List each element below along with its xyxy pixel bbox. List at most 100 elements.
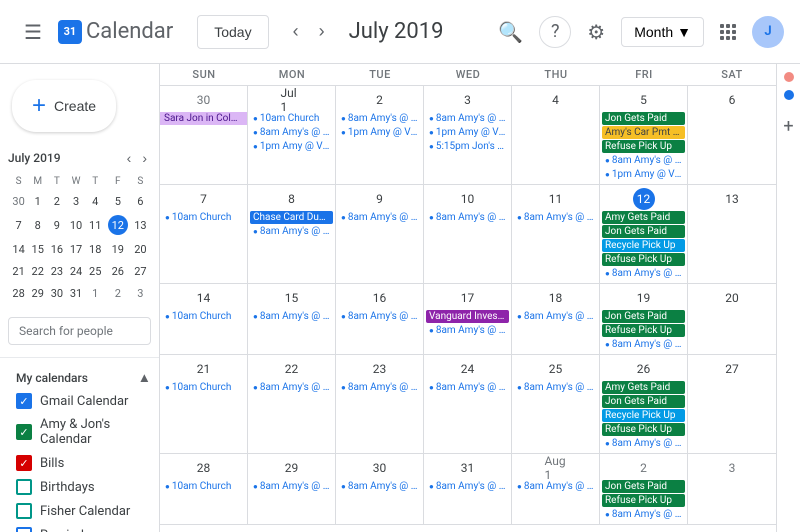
mini-cal-day[interactable]: 26 [106,261,130,281]
mini-cal-day[interactable]: 21 [10,261,27,281]
mini-cal-day[interactable]: 4 [87,191,104,211]
calendar-event[interactable]: Jon Gets Paid [602,225,685,238]
calendar-event[interactable]: 8am Amy's @ RWD [338,112,421,125]
calendar-event[interactable]: 10am Church [162,211,245,224]
my-calendar-item[interactable]: ✓Gmail Calendar [0,389,159,413]
settings-icon[interactable]: ⚙ [579,12,613,52]
my-calendar-item[interactable]: Reminders [0,523,159,532]
calendar-event[interactable]: Refuse Pick Up [602,253,685,266]
calendar-event[interactable]: Chase Card Due Sick [250,211,333,224]
calendar-date[interactable]: 11 [545,188,567,210]
calendar-date[interactable]: 5 [633,89,655,111]
mini-cal-day[interactable]: 19 [106,239,130,259]
calendar-event[interactable]: 8am Amy's @ WRD [426,112,509,125]
calendar-event[interactable]: 8am Amy's @ RWD [602,338,685,351]
mini-cal-day[interactable]: 2 [106,283,130,303]
calendar-event[interactable]: Amy's Car Pmt Due [602,126,685,139]
my-calendar-item[interactable]: ✓Amy & Jon's Calendar [0,413,159,451]
mini-cal-day[interactable]: 12 [106,213,130,237]
right-sidebar-add[interactable]: + [783,116,793,137]
mini-prev-button[interactable]: ‹ [123,148,136,168]
calendar-event[interactable]: 1pm Amy @ Vintag [602,168,685,181]
mini-cal-day[interactable]: 27 [132,261,149,281]
mini-cal-day[interactable]: 1 [29,191,46,211]
calendar-date[interactable]: 10 [457,188,479,210]
apps-icon[interactable] [712,16,744,48]
calendar-event[interactable]: 8am Amy's @ RWD [250,126,333,139]
calendar-event[interactable]: 8am Amy's @ RWD [514,381,597,394]
calendar-date[interactable]: 21 [193,358,215,380]
calendar-date[interactable]: 14 [193,287,215,309]
calendar-event[interactable]: 1pm Amy @ Vintag [338,126,421,139]
calendar-event[interactable]: 8am Amy's @ RWD [426,381,509,394]
calendar-date[interactable]: 28 [193,457,215,479]
calendar-event[interactable]: 5:15pm Jon's Haire [426,140,509,153]
calendar-date[interactable]: 22 [281,358,303,380]
calendar-event[interactable]: 8am Amy's @ RWD [338,211,421,224]
calendar-event[interactable]: 8am Amy's @ RWD [602,437,685,450]
calendar-date[interactable]: 2 [633,457,655,479]
calendar-checkbox[interactable]: ✓ [16,455,32,471]
mini-cal-day[interactable]: 2 [48,191,65,211]
calendar-event[interactable]: 8am Amy's @ RWD [602,154,685,167]
next-month-button[interactable]: › [311,17,333,46]
calendar-event[interactable]: 8am Amy's @ RWD [338,310,421,323]
calendar-event[interactable]: Jon Gets Paid [602,310,685,323]
calendar-date[interactable]: 4 [545,89,567,111]
mini-cal-day[interactable]: 17 [67,239,84,259]
calendar-checkbox[interactable]: ✓ [16,393,32,409]
calendar-event[interactable]: 8am Amy's @ RWD [250,381,333,394]
calendar-event[interactable]: 10am Church [162,381,245,394]
mini-cal-day[interactable]: 18 [87,239,104,259]
calendar-event[interactable]: 8am Amy's @ RWD [602,267,685,280]
calendar-date[interactable]: 29 [281,457,303,479]
create-button[interactable]: + Create [12,80,116,132]
calendar-date[interactable]: 9 [369,188,391,210]
calendar-event[interactable]: 8am Amy's @ RWD [338,381,421,394]
calendar-checkbox[interactable] [16,479,32,495]
mini-cal-day[interactable]: 28 [10,283,27,303]
mini-cal-day[interactable]: 22 [29,261,46,281]
calendar-event[interactable]: Amy Gets Paid [602,381,685,394]
today-button[interactable]: Today [197,15,268,49]
calendar-date[interactable]: 19 [633,287,655,309]
menu-icon[interactable]: ☰ [16,12,50,52]
calendar-date[interactable]: 8 [281,188,303,210]
calendar-date[interactable]: 2 [369,89,391,111]
mini-cal-day[interactable]: 31 [67,283,84,303]
calendar-event[interactable]: 10am Church [162,310,245,323]
calendar-event[interactable]: Recycle Pick Up [602,409,685,422]
calendar-date[interactable]: 30 [369,457,391,479]
mini-cal-day[interactable]: 5 [106,191,130,211]
mini-cal-day[interactable]: 14 [10,239,27,259]
calendar-event[interactable]: 8am Amy's @ RWD [602,508,685,521]
calendar-date[interactable]: 26 [633,358,655,380]
mini-cal-day[interactable]: 6 [132,191,149,211]
calendar-event[interactable]: Jon Gets Paid [602,480,685,493]
calendar-event[interactable]: 8am Amy's @ RWD [426,480,509,493]
calendar-event[interactable]: 8am Amy's @ RWD [250,225,333,238]
my-calendar-item[interactable]: ✓Bills [0,451,159,475]
help-icon[interactable]: ? [539,16,571,48]
my-calendar-item[interactable]: Birthdays [0,475,159,499]
avatar[interactable]: J [752,16,784,48]
calendar-date[interactable]: 30 [193,89,215,111]
mini-cal-day[interactable]: 10 [67,213,84,237]
mini-cal-day[interactable]: 13 [132,213,149,237]
calendar-event[interactable]: Refuse Pick Up [602,140,685,153]
mini-cal-day[interactable]: 15 [29,239,46,259]
mini-cal-day[interactable]: 24 [67,261,84,281]
mini-cal-day[interactable]: 29 [29,283,46,303]
mini-cal-day[interactable]: 30 [10,191,27,211]
calendar-date[interactable]: 3 [721,457,743,479]
search-icon[interactable]: 🔍 [490,12,531,52]
calendar-event[interactable]: 8am Amy's @ RWD [250,310,333,323]
mini-cal-day[interactable]: 8 [29,213,46,237]
calendar-event[interactable]: 8am Amy's @ RWD [250,480,333,493]
calendar-date[interactable]: 23 [369,358,391,380]
calendar-event[interactable]: Amy Gets Paid [602,211,685,224]
prev-month-button[interactable]: ‹ [285,17,307,46]
mini-cal-day[interactable]: 3 [67,191,84,211]
calendar-date[interactable]: 6 [721,89,743,111]
calendar-date[interactable]: Jul 1 [281,89,303,111]
